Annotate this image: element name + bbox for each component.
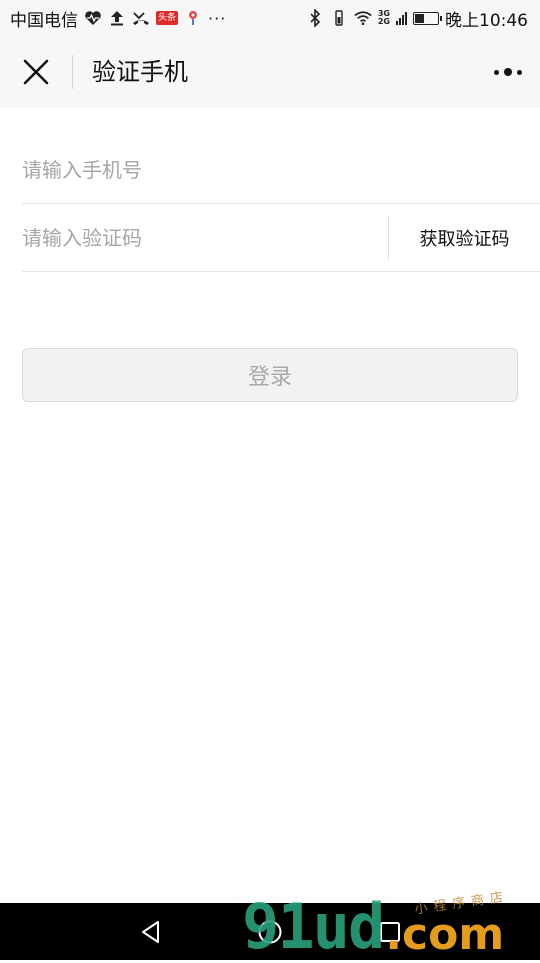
carrier-name: 中国电信 [10,10,78,31]
battery-icon [413,11,442,25]
back-triangle-icon [142,921,159,943]
status-bar-right: 3G 2G 晚上10:46 [306,7,528,31]
phone-input[interactable] [22,138,522,202]
close-icon [23,59,49,85]
get-code-button[interactable]: 获取验证码 [389,206,540,270]
code-field-row: 获取验证码 [22,206,540,272]
network-type-bottom: 2G [377,17,390,26]
back-nav-button[interactable] [136,917,166,947]
verification-code-input[interactable] [22,206,372,270]
more-dots-icon [494,69,499,75]
location-pin-icon [184,9,202,27]
recents-nav-button[interactable] [375,917,405,947]
top-nav-bar: 验证手机 [0,36,540,108]
home-nav-button[interactable] [255,917,285,947]
network-type: 3G 2G [378,10,390,26]
login-button[interactable]: 登录 [22,348,518,402]
news-app-badge: 头条 [156,11,179,25]
status-bar: 中国电信 头条 ··· 3G 2G 晚上10:46 [0,0,540,36]
system-nav-bar [0,903,540,960]
wifi-icon [354,9,372,27]
more-options-button[interactable] [490,56,526,88]
heart-rate-icon [84,9,102,27]
more-dots-icon-right [517,69,522,75]
status-bar-left: 中国电信 头条 ··· [10,7,227,31]
missed-call-icon [132,9,150,27]
home-circle-icon [258,920,282,944]
recents-square-icon [380,922,400,942]
more-dots-icon-center [504,68,512,76]
close-button[interactable] [18,54,54,90]
bluetooth-icon [306,9,324,27]
phone-field-row [22,138,540,204]
more-notifications-indicator: ··· [208,8,227,28]
page-title: 验证手机 [92,58,188,86]
upload-icon [108,9,126,27]
nav-divider [72,55,73,89]
status-time: 晚上10:46 [445,10,528,31]
vibrate-battery-icon [330,9,348,27]
battery-level [415,13,425,23]
signal-strength-icon [396,11,407,25]
